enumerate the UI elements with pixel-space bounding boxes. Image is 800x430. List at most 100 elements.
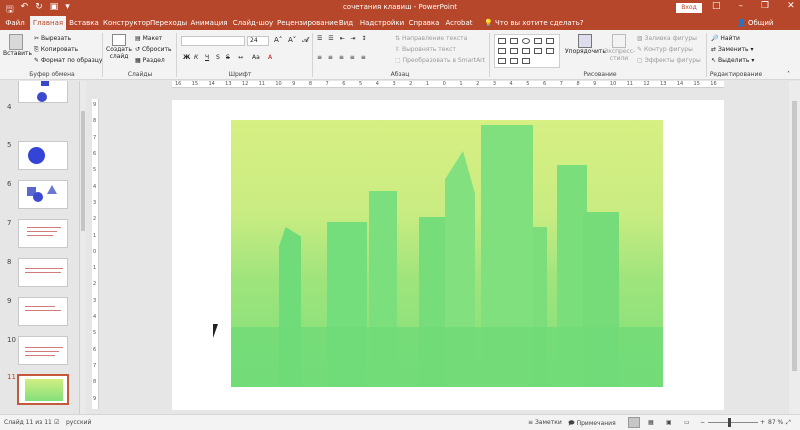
tell-me-label: Что вы хотите сделать?	[494, 19, 584, 27]
spellcheck-icon[interactable]: ☑	[54, 419, 59, 426]
tab-insert[interactable]: Вставка	[68, 16, 100, 30]
slide[interactable]	[172, 100, 724, 410]
ruler-label: 4	[93, 314, 97, 321]
text-line	[27, 231, 57, 232]
find-button[interactable]: 🔎 Найти	[711, 35, 740, 42]
collapse-ribbon-icon[interactable]: ˄	[787, 71, 790, 78]
tab-design[interactable]: Конструктор	[103, 16, 150, 30]
tab-transitions[interactable]: Переходы	[150, 16, 187, 30]
arrange-button[interactable]: Упорядочить	[565, 34, 606, 55]
text-direction-button[interactable]: ⇅ Направление текста	[395, 35, 467, 42]
minimize-icon[interactable]: –	[739, 1, 744, 11]
clear-format-icon[interactable]: 𝓐	[302, 36, 309, 45]
align-text-button[interactable]: ⇳ Выровнять текст	[395, 46, 456, 53]
zoom-slider-track[interactable]	[708, 422, 758, 423]
shadow-button[interactable]: S	[216, 54, 220, 61]
format-painter-button[interactable]: ✎ Формат по образцу	[34, 57, 102, 64]
signin-button[interactable]: Вход	[676, 3, 702, 13]
text-direction-icon: ⇅	[395, 35, 401, 42]
city-skyline-photo[interactable]	[231, 120, 663, 387]
ruler-label: 6	[93, 150, 97, 157]
tab-slideshow[interactable]: Слайд-шоу	[232, 16, 274, 30]
tell-me-search[interactable]: 💡 Что вы хотите сделать?	[484, 16, 584, 30]
thumb-number-selected: 11	[7, 373, 16, 381]
ruler-label: 7	[325, 81, 329, 87]
ruler-label: 1	[93, 232, 97, 239]
paste-button[interactable]: Вставить	[3, 34, 32, 57]
tab-acrobat[interactable]: Acrobat	[443, 16, 475, 30]
comments-button[interactable]: 🗩 Примечания	[568, 419, 616, 429]
shape-outline-button[interactable]: ✎ Контур фигуры	[637, 46, 693, 53]
zoom-slider-handle[interactable]	[728, 418, 731, 427]
slideshow-icon[interactable]: ▭	[684, 419, 690, 426]
smartart-button[interactable]: ⬚ Преобразовать в SmartArt	[395, 57, 485, 64]
change-case-icon[interactable]: Aa	[252, 54, 260, 61]
cut-button[interactable]: ✂ Вырезать	[34, 35, 71, 42]
tab-animation[interactable]: Анимация	[189, 16, 229, 30]
bold-button[interactable]: Ж	[183, 54, 190, 61]
text-line	[25, 347, 63, 348]
shrink-font-icon[interactable]: A˅	[288, 36, 296, 44]
replace-button[interactable]: ⇄ Заменить ▾	[711, 46, 753, 53]
zoom-in-icon[interactable]: +	[760, 419, 765, 426]
copy-icon: ⎘	[34, 46, 39, 53]
new-slide-button[interactable]: Создать слайд	[106, 34, 132, 60]
list-buttons[interactable]: ☰ ☰ ⇤ ⇥ ↕	[317, 35, 368, 42]
slide-thumbnail-8[interactable]	[18, 258, 68, 287]
slide-sorter-icon[interactable]: ▦	[648, 419, 654, 426]
italic-button[interactable]: К	[194, 54, 198, 61]
ruler-label: 13	[225, 81, 232, 87]
slide-thumbnail-11[interactable]	[17, 374, 69, 405]
select-button[interactable]: ↖ Выделить ▾	[711, 57, 754, 64]
canvas-scrollbar[interactable]	[789, 81, 800, 414]
close-icon[interactable]: ✕	[787, 1, 795, 11]
font-name-input[interactable]	[181, 36, 245, 46]
align-buttons[interactable]: ≡ ≡ ≡ ≡ ≡	[317, 54, 368, 61]
slide-thumbnail-6[interactable]	[18, 180, 68, 209]
thumb-number: 6	[7, 180, 12, 188]
tab-view[interactable]: Вид	[338, 16, 354, 30]
font-color-icon[interactable]: A	[268, 54, 272, 61]
notes-button[interactable]: ≡ Заметки	[528, 419, 562, 426]
grow-font-icon[interactable]: A˄	[274, 36, 282, 44]
tab-file[interactable]: Файл	[3, 16, 27, 30]
restore-icon[interactable]: ❐	[761, 1, 769, 11]
normal-view-icon[interactable]	[628, 417, 640, 428]
circle-shape	[37, 92, 47, 102]
fit-slide-icon[interactable]: ⤢	[786, 419, 791, 427]
reset-button[interactable]: ↺ Сбросить	[135, 46, 172, 53]
tab-addins[interactable]: Надстройки	[359, 16, 405, 30]
scroll-thumb[interactable]	[81, 111, 85, 231]
slide-thumbnail-7[interactable]	[18, 219, 68, 248]
shape-fill-button[interactable]: ▧ Заливка фигуры	[637, 35, 697, 42]
section-button[interactable]: ▦ Раздел	[135, 57, 165, 64]
ribbon-display-icon[interactable]: □	[712, 1, 721, 11]
thumbnails-scrollbar[interactable]	[80, 81, 86, 414]
copy-button[interactable]: ⎘ Копировать	[34, 46, 78, 54]
zoom-level[interactable]: 87 %	[768, 419, 783, 426]
ruler-label: 9	[93, 395, 97, 402]
slide-thumbnail-4[interactable]	[18, 81, 68, 103]
slide-thumbnail-5[interactable]	[18, 141, 68, 170]
char-spacing-icon[interactable]: ↔	[238, 54, 243, 61]
scroll-thumb[interactable]	[792, 101, 797, 371]
zoom-out-icon[interactable]: −	[700, 419, 705, 426]
tab-help[interactable]: Справка	[408, 16, 440, 30]
language-indicator[interactable]: русский	[66, 419, 91, 426]
shape-effects-button[interactable]: ▢ Эффекты фигуры	[637, 57, 701, 64]
underline-button[interactable]: Ч	[205, 54, 209, 61]
layout-button[interactable]: ▤ Макет	[135, 35, 162, 42]
tab-home[interactable]: Главная	[30, 16, 66, 30]
align-text-label: Выровнять текст	[401, 46, 456, 53]
slide-thumbnail-9[interactable]	[18, 297, 68, 326]
slide-thumbnail-10[interactable]	[18, 336, 68, 365]
reading-view-icon[interactable]: ▣	[666, 419, 672, 426]
tab-review[interactable]: Рецензирование	[277, 16, 338, 30]
font-size-input[interactable]: 24	[247, 36, 269, 46]
ruler-label: 6	[543, 81, 547, 87]
quick-styles-button[interactable]: Экспресс-стили	[604, 34, 635, 62]
text-line	[25, 351, 59, 352]
strike-button[interactable]: S	[226, 54, 230, 61]
separator	[489, 33, 490, 77]
shapes-gallery[interactable]	[494, 34, 560, 68]
